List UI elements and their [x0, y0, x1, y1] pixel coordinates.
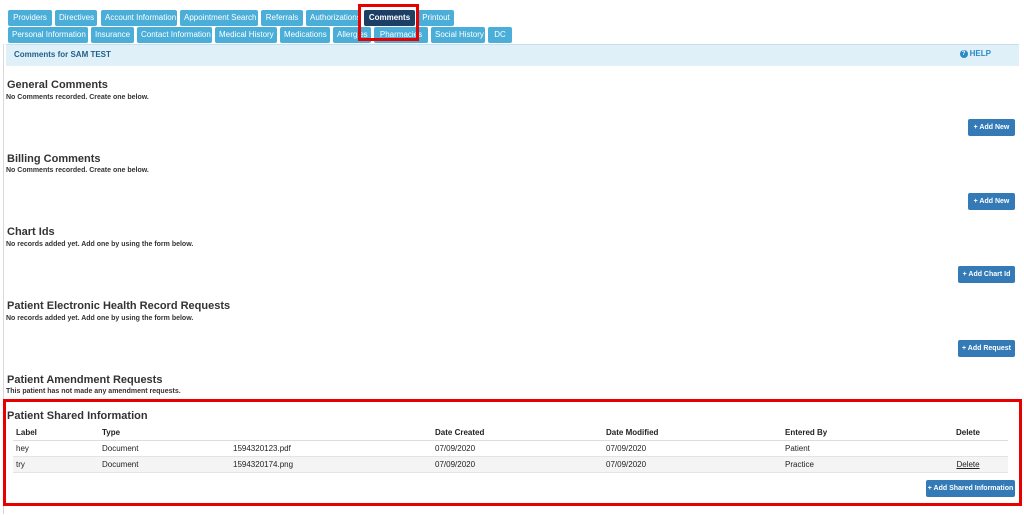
tab-printout[interactable]: Printout	[418, 10, 454, 26]
page-header: Comments for SAM TEST ? HELP	[6, 44, 1019, 66]
tab-dc[interactable]: DC	[488, 27, 512, 43]
row-date-modified: 07/09/2020	[603, 456, 782, 473]
row-file-link[interactable]: 1594320123.pdf	[230, 440, 432, 457]
tab-social-history[interactable]: Social History	[431, 27, 485, 43]
add-billing-comment-button[interactable]: + Add New	[968, 193, 1015, 210]
billing-comments-title: Billing Comments	[7, 153, 101, 165]
row-type: Document	[99, 440, 230, 457]
tab-insurance[interactable]: Insurance	[91, 27, 134, 43]
tab-appointment-search[interactable]: Appointment Search	[180, 10, 258, 26]
general-comments-message: No Comments recorded. Create one below.	[6, 94, 149, 101]
amendment-requests-message: This patient has not made any amendment …	[6, 388, 181, 395]
table-row: hey Document 1594320123.pdf 07/09/2020 0…	[13, 440, 1008, 457]
row-file-link[interactable]: 1594320174.png	[230, 456, 432, 473]
row-entered-by: Patient	[782, 440, 928, 457]
tab-allergies[interactable]: Allergies	[333, 27, 371, 43]
row-delete-link[interactable]: Delete	[928, 456, 1008, 473]
general-comments-title: General Comments	[7, 79, 108, 91]
column-header-delete: Delete	[928, 425, 1008, 441]
tab-providers[interactable]: Providers	[8, 10, 52, 26]
help-label: HELP	[969, 49, 991, 58]
row-date-modified: 07/09/2020	[603, 440, 782, 457]
add-chart-id-button[interactable]: + Add Chart Id	[958, 266, 1015, 283]
column-header-label: Label	[13, 425, 99, 441]
tab-account-information[interactable]: Account Information	[101, 10, 177, 26]
row-type: Document	[99, 456, 230, 473]
row-date-created: 07/09/2020	[432, 440, 603, 457]
chart-ids-message: No records added yet. Add one by using t…	[6, 241, 194, 248]
left-border	[3, 44, 4, 514]
question-circle-icon: ?	[959, 49, 968, 58]
billing-comments-message: No Comments recorded. Create one below.	[6, 167, 149, 174]
add-shared-information-button[interactable]: + Add Shared Information	[926, 480, 1015, 497]
shared-information-table: Label Type Date Created Date Modified En…	[13, 425, 1008, 473]
chart-ids-title: Chart Ids	[7, 226, 55, 238]
tab-medical-history[interactable]: Medical History	[215, 27, 277, 43]
column-header-file	[230, 425, 432, 441]
ehr-requests-title: Patient Electronic Health Record Request…	[7, 300, 231, 312]
tab-comments[interactable]: Comments	[364, 10, 415, 26]
column-header-type: Type	[99, 425, 230, 441]
row-delete	[928, 440, 1008, 457]
column-header-date-created: Date Created	[432, 425, 603, 441]
column-header-entered-by: Entered By	[782, 425, 928, 441]
column-header-date-modified: Date Modified	[603, 425, 782, 441]
amendment-requests-title: Patient Amendment Requests	[7, 374, 163, 386]
tab-contact-information[interactable]: Contact Information	[137, 27, 212, 43]
row-label: hey	[13, 440, 99, 457]
row-label-link[interactable]: try	[13, 456, 99, 473]
page-title: Comments for SAM TEST	[14, 50, 111, 59]
tab-medications[interactable]: Medications	[280, 27, 330, 43]
table-header-row: Label Type Date Created Date Modified En…	[13, 425, 1008, 441]
add-general-comment-button[interactable]: + Add New	[968, 119, 1015, 136]
help-link[interactable]: ? HELP	[959, 49, 991, 58]
row-entered-by: Practice	[782, 456, 928, 473]
tab-referrals[interactable]: Referrals	[261, 10, 303, 26]
ehr-requests-message: No records added yet. Add one by using t…	[6, 315, 194, 322]
tab-authorizations[interactable]: Authorizations	[306, 10, 361, 26]
add-request-button[interactable]: + Add Request	[958, 340, 1015, 357]
table-row: try Document 1594320174.png 07/09/2020 0…	[13, 456, 1008, 473]
tab-directives[interactable]: Directives	[55, 10, 97, 26]
tab-personal-information[interactable]: Personal Information	[8, 27, 88, 43]
row-date-created: 07/09/2020	[432, 456, 603, 473]
tab-pharmacies[interactable]: Pharmacies	[374, 27, 428, 43]
shared-information-title: Patient Shared Information	[7, 410, 148, 422]
